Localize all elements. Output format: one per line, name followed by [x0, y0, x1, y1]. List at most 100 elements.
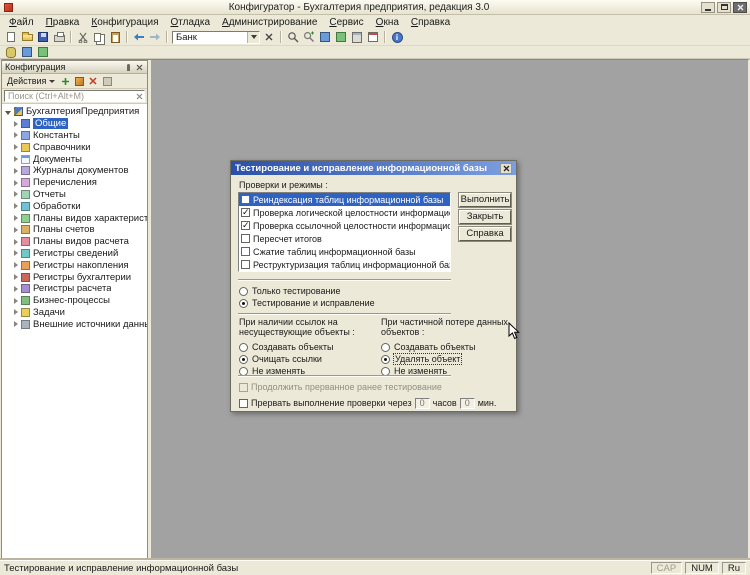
tree-item-tasks[interactable]: Задачи: [2, 307, 147, 319]
menu-edit[interactable]: Правка: [40, 16, 86, 29]
expander-icon[interactable]: [14, 262, 18, 268]
syntax-check-button[interactable]: [317, 30, 333, 44]
edit-button[interactable]: [73, 75, 85, 87]
combo-dropdown-button[interactable]: [247, 32, 259, 43]
tree-item-data-processors[interactable]: Обработки: [2, 200, 147, 212]
checkbox-unchecked-icon[interactable]: [241, 260, 250, 269]
expander-icon[interactable]: [14, 250, 18, 256]
open-configuration-button[interactable]: [3, 47, 19, 58]
checkbox-unchecked-icon[interactable]: [241, 195, 250, 204]
configuration-button[interactable]: [19, 47, 35, 58]
radio-on-icon[interactable]: [381, 355, 390, 364]
tree-item-external-data-sources[interactable]: Внешние источники данных: [2, 318, 147, 330]
tree-item-document-journals[interactable]: Журналы документов: [2, 165, 147, 177]
redo-button[interactable]: [147, 30, 163, 44]
close-button[interactable]: [733, 2, 747, 13]
expander-icon[interactable]: [14, 156, 18, 162]
tree-item-calculation-types[interactable]: Планы видов расчета: [2, 236, 147, 248]
close-dialog-button[interactable]: Закрыть: [459, 210, 511, 224]
tree-item-reports[interactable]: Отчеты: [2, 189, 147, 201]
minimize-button[interactable]: [701, 2, 715, 13]
calculator-button[interactable]: [349, 30, 365, 44]
radio-off-icon[interactable]: [239, 343, 248, 352]
quick-select-combo[interactable]: Банк: [172, 31, 260, 44]
check-item-compress-tables[interactable]: Сжатие таблиц информационной базы: [239, 245, 450, 258]
search-input[interactable]: Поиск (Ctrl+Alt+M): [4, 90, 145, 102]
about-button[interactable]: [389, 30, 405, 44]
checkbox-checked-icon[interactable]: [241, 221, 250, 230]
print-button[interactable]: [51, 30, 67, 44]
tree-item-charts-of-accounts[interactable]: Планы счетов: [2, 224, 147, 236]
maximize-button[interactable]: [717, 2, 731, 13]
execute-button[interactable]: Выполнить: [459, 193, 511, 207]
tree-item-accumulation-registers[interactable]: Регистры накопления: [2, 259, 147, 271]
radio-on-icon[interactable]: [239, 299, 248, 308]
expander-icon[interactable]: [14, 298, 18, 304]
radio-test-only[interactable]: Только тестирование: [239, 285, 340, 297]
menu-administration[interactable]: Администрирование: [216, 16, 323, 29]
more-button[interactable]: [101, 75, 113, 87]
tree-item-business-processes[interactable]: Бизнес-процессы: [2, 295, 147, 307]
cut-button[interactable]: [75, 30, 91, 44]
expander-icon[interactable]: [14, 227, 18, 233]
expander-icon[interactable]: [14, 321, 18, 327]
radio-off-icon[interactable]: [239, 287, 248, 296]
tree-item-constants[interactable]: Константы: [2, 130, 147, 142]
tree-item-enumerations[interactable]: Перечисления: [2, 177, 147, 189]
check-item-logical-integrity[interactable]: Проверка логической целостности информац…: [239, 206, 450, 219]
combo-clear-button[interactable]: [261, 30, 277, 44]
expander-icon[interactable]: [14, 132, 18, 138]
actions-menu-button[interactable]: Действия: [5, 76, 57, 86]
checkbox-checked-icon[interactable]: [241, 208, 250, 217]
menu-windows[interactable]: Окна: [370, 16, 405, 29]
menu-service[interactable]: Сервис: [323, 16, 369, 29]
expander-expanded-icon[interactable]: [5, 111, 11, 115]
new-document-button[interactable]: [3, 30, 19, 44]
menu-configuration[interactable]: Конфигурация: [85, 16, 164, 29]
menu-help[interactable]: Справка: [405, 16, 456, 29]
checkbox-unchecked-icon[interactable]: [241, 247, 250, 256]
run-check-button[interactable]: [333, 30, 349, 44]
paste-button[interactable]: [107, 30, 123, 44]
panel-pin-button[interactable]: [123, 62, 133, 72]
expander-icon[interactable]: [14, 286, 18, 292]
undo-button[interactable]: [131, 30, 147, 44]
tree-item-information-registers[interactable]: Регистры сведений: [2, 248, 147, 260]
expander-icon[interactable]: [14, 203, 18, 209]
tree-root[interactable]: БухгалтерияПредприятия: [2, 106, 147, 118]
find-next-button[interactable]: [301, 30, 317, 44]
expander-icon[interactable]: [14, 215, 18, 221]
tree-item-calculation-registers[interactable]: Регистры расчета: [2, 283, 147, 295]
check-item-reindex[interactable]: Реиндексация таблиц информационной базы: [239, 193, 450, 206]
hours-field[interactable]: 0: [415, 398, 430, 409]
tree-item-accounting-registers[interactable]: Регистры бухгалтерии: [2, 271, 147, 283]
radio-test-and-repair[interactable]: Тестирование и исправление: [239, 297, 375, 309]
check-item-restructure-tables[interactable]: Реструктуризация таблиц информационной б…: [239, 258, 450, 271]
add-button[interactable]: [59, 75, 71, 87]
delete-button[interactable]: [87, 75, 99, 87]
expander-icon[interactable]: [14, 180, 18, 186]
help-button[interactable]: Справка: [459, 227, 511, 241]
tree-item-characteristic-types[interactable]: Планы видов характеристик: [2, 212, 147, 224]
calendar-button[interactable]: [365, 30, 381, 44]
tree-item-catalogs[interactable]: Справочники: [2, 141, 147, 153]
expander-icon[interactable]: [14, 239, 18, 245]
expander-icon[interactable]: [14, 168, 18, 174]
open-button[interactable]: [19, 30, 35, 44]
tree-item-general[interactable]: Общие: [2, 118, 147, 130]
radio-on-icon[interactable]: [239, 355, 248, 364]
find-button[interactable]: [285, 30, 301, 44]
menu-debug[interactable]: Отладка: [165, 16, 217, 29]
radio-clear-refs[interactable]: Очищать ссылки: [239, 353, 377, 365]
update-db-config-button[interactable]: [35, 47, 51, 58]
expander-icon[interactable]: [14, 309, 18, 315]
panel-splitter[interactable]: [148, 60, 151, 559]
save-button[interactable]: [35, 30, 51, 44]
dialog-close-button[interactable]: [500, 163, 512, 174]
radio-create-objects[interactable]: Создавать объекты: [239, 341, 377, 353]
radio-off-icon[interactable]: [381, 343, 390, 352]
check-item-recalc-totals[interactable]: Пересчет итогов: [239, 232, 450, 245]
checkbox-unchecked-icon[interactable]: [241, 234, 250, 243]
search-clear-button[interactable]: [134, 91, 144, 101]
radio-delete-object[interactable]: Удалять объект: [381, 353, 511, 365]
